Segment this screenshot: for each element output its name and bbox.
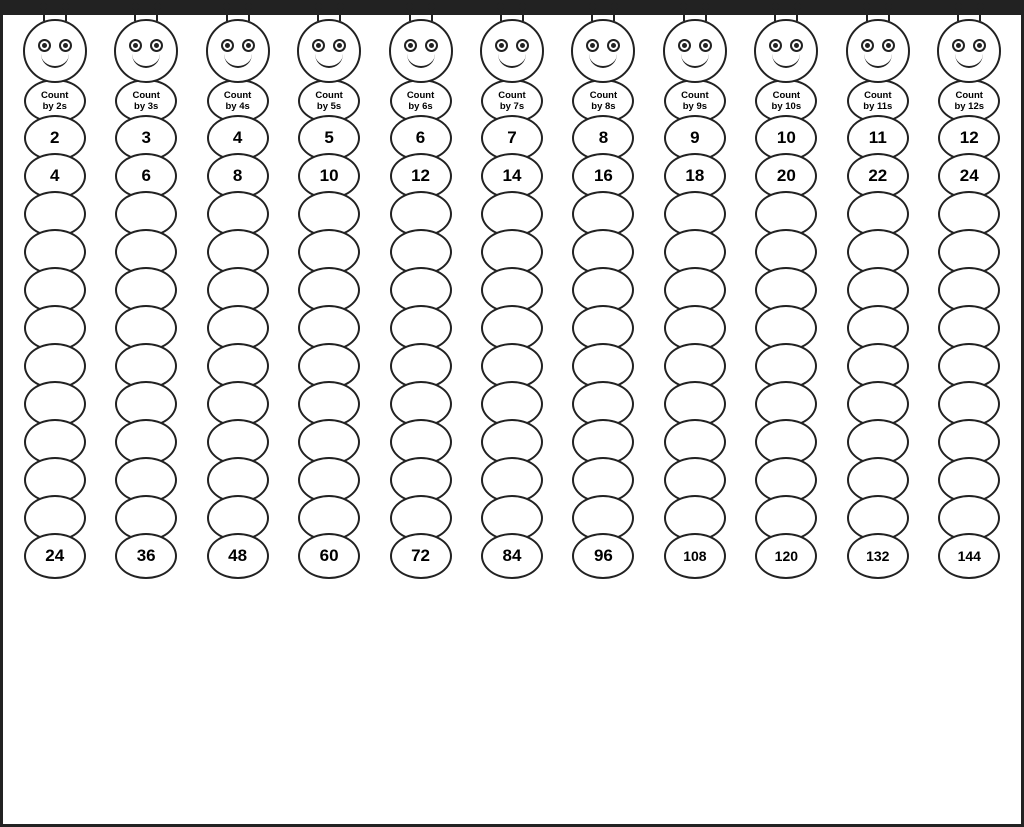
caterpillar-head-2 [114, 19, 178, 83]
antenna-icon [955, 3, 962, 21]
antenna-icon [611, 3, 618, 21]
segment-7-12: 96 [572, 533, 634, 579]
antenna-icon [40, 3, 47, 21]
caterpillar-10: Countby 11s1122132 [837, 19, 919, 571]
caterpillar-head-1 [23, 19, 87, 83]
smile-icon [407, 54, 435, 68]
caterpillar-head-6 [480, 19, 544, 83]
eye-icon [59, 39, 72, 52]
caterpillar-head-11 [937, 19, 1001, 83]
caterpillar-6: Countby 7s71484 [471, 19, 553, 571]
smile-icon [315, 54, 343, 68]
antenna-icon [772, 3, 779, 21]
antenna-icon [519, 3, 526, 21]
smile-icon [589, 54, 617, 68]
antenna-icon [62, 3, 69, 21]
antenna-icon [794, 3, 801, 21]
segment-11-12: 144 [938, 533, 1000, 579]
antenna-icon [680, 3, 687, 21]
antenna-icon [132, 3, 139, 21]
caterpillar-3: Countby 4s4848 [197, 19, 279, 571]
caterpillar-head-10 [846, 19, 910, 83]
caterpillar-head-4 [297, 19, 361, 83]
eye-icon [882, 39, 895, 52]
eye-icon [38, 39, 51, 52]
antenna-icon [337, 3, 344, 21]
antenna-icon [428, 3, 435, 21]
eye-icon [699, 39, 712, 52]
caterpillar-2: Countby 3s3636 [105, 19, 187, 571]
smile-icon [224, 54, 252, 68]
caterpillar-head-8 [663, 19, 727, 83]
caterpillar-head-3 [206, 19, 270, 83]
caterpillar-4: Countby 5s51060 [288, 19, 370, 571]
smile-icon [772, 54, 800, 68]
caterpillar-11: Countby 12s1224144 [928, 19, 1010, 571]
segment-10-12: 132 [847, 533, 909, 579]
eye-icon [769, 39, 782, 52]
eye-icon [150, 39, 163, 52]
eye-icon [312, 39, 325, 52]
antenna-icon [245, 3, 252, 21]
caterpillar-head-9 [754, 19, 818, 83]
smile-icon [955, 54, 983, 68]
caterpillar-1: Countby 2s2424 [14, 19, 96, 571]
antenna-icon [863, 3, 870, 21]
eye-icon [404, 39, 417, 52]
eye-icon [586, 39, 599, 52]
antenna-icon [702, 3, 709, 21]
segment-6-12: 84 [481, 533, 543, 579]
segment-3-12: 48 [207, 533, 269, 579]
antenna-icon [497, 3, 504, 21]
antenna-icon [406, 3, 413, 21]
segment-4-12: 60 [298, 533, 360, 579]
eye-icon [952, 39, 965, 52]
eye-icon [973, 39, 986, 52]
antenna-icon [154, 3, 161, 21]
eye-icon [790, 39, 803, 52]
smile-icon [864, 54, 892, 68]
smile-icon [41, 54, 69, 68]
segment-2-12: 36 [115, 533, 177, 579]
eye-icon [495, 39, 508, 52]
segment-8-12: 108 [664, 533, 726, 579]
antenna-icon [885, 3, 892, 21]
segment-9-12: 120 [755, 533, 817, 579]
antenna-icon [223, 3, 230, 21]
caterpillar-7: Countby 8s81696 [562, 19, 644, 571]
caterpillar-head-5 [389, 19, 453, 83]
worksheet-page: Countby 2s2424Countby 3s3636Countby 4s48… [0, 0, 1024, 827]
caterpillar-9: Countby 10s1020120 [745, 19, 827, 571]
smile-icon [681, 54, 709, 68]
smile-icon [498, 54, 526, 68]
eye-icon [129, 39, 142, 52]
antenna-icon [315, 3, 322, 21]
antenna-icon [589, 3, 596, 21]
caterpillars-container: Countby 2s2424Countby 3s3636Countby 4s48… [3, 15, 1021, 824]
eye-icon [242, 39, 255, 52]
caterpillar-5: Countby 6s61272 [380, 19, 462, 571]
eye-icon [333, 39, 346, 52]
eye-icon [221, 39, 234, 52]
eye-icon [425, 39, 438, 52]
caterpillar-head-7 [571, 19, 635, 83]
segment-5-12: 72 [390, 533, 452, 579]
eye-icon [607, 39, 620, 52]
segment-1-12: 24 [24, 533, 86, 579]
caterpillar-8: Countby 9s918108 [654, 19, 736, 571]
eye-icon [678, 39, 691, 52]
eye-icon [516, 39, 529, 52]
eye-icon [861, 39, 874, 52]
smile-icon [132, 54, 160, 68]
antenna-icon [977, 3, 984, 21]
